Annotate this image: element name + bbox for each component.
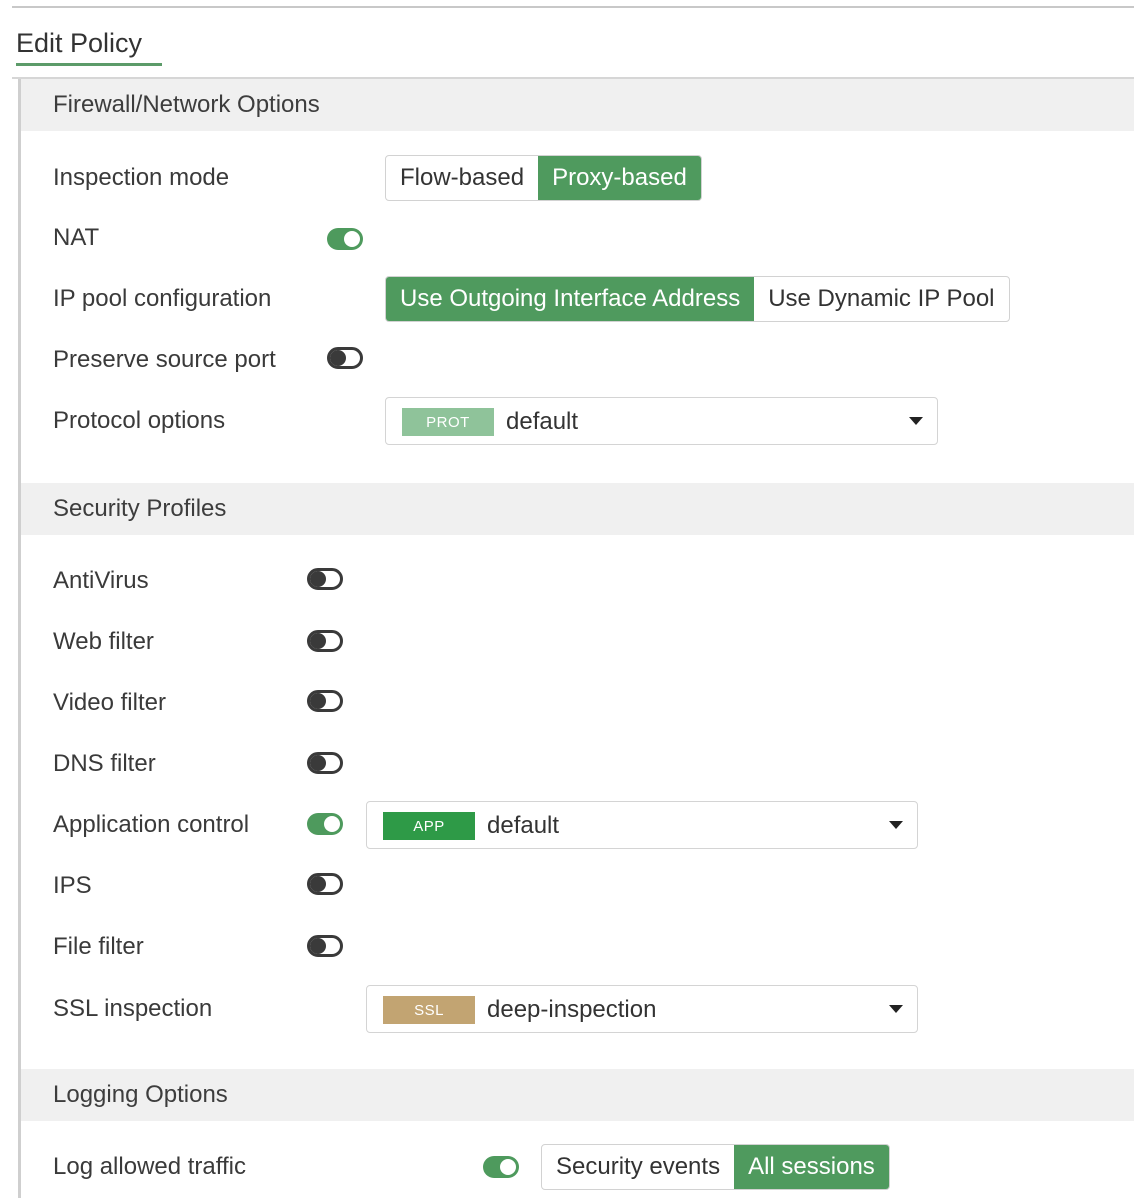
ip-pool-outgoing-interface[interactable]: Use Outgoing Interface Address (386, 277, 755, 321)
section-logging-options: Logging Options (21, 1069, 1134, 1121)
section-firewall-network-options: Firewall/Network Options (21, 79, 1134, 131)
left-border (18, 79, 21, 1198)
dns-filter-label: DNS filter (53, 750, 156, 777)
chevron-down-icon (889, 1005, 903, 1013)
ip-pool-label: IP pool configuration (53, 285, 272, 312)
log-security-events[interactable]: Security events (542, 1145, 734, 1189)
log-allowed-traffic-selector: Security events All sessions (541, 1144, 890, 1190)
log-allowed-traffic-toggle[interactable] (483, 1156, 519, 1178)
ssl-inspection-value: deep-inspection (487, 996, 657, 1023)
web-filter-label: Web filter (53, 628, 154, 655)
application-control-value: default (487, 812, 560, 839)
antivirus-label: AntiVirus (53, 567, 149, 594)
ips-label: IPS (53, 872, 92, 899)
title-underline (16, 63, 162, 66)
preserve-source-port-toggle[interactable] (327, 347, 363, 369)
web-filter-toggle[interactable] (307, 630, 343, 652)
ssl-inspection-select[interactable]: SSL deep-inspection (366, 985, 918, 1033)
ip-pool-selector: Use Outgoing Interface Address Use Dynam… (385, 276, 1010, 322)
inspection-mode-flow-based[interactable]: Flow-based (386, 156, 538, 200)
video-filter-label: Video filter (53, 689, 166, 716)
inspection-mode-selector: Flow-based Proxy-based (385, 155, 702, 201)
dns-filter-toggle[interactable] (307, 752, 343, 774)
ssl-inspection-label: SSL inspection (53, 995, 213, 1022)
header: Edit Policy (12, 8, 1134, 78)
inspection-mode-proxy-based[interactable]: Proxy-based (538, 156, 701, 200)
nat-label: NAT (53, 224, 100, 251)
ips-toggle[interactable] (307, 873, 343, 895)
antivirus-toggle[interactable] (307, 568, 343, 590)
chevron-down-icon (909, 417, 923, 425)
file-filter-label: File filter (53, 933, 144, 960)
file-filter-toggle[interactable] (307, 935, 343, 957)
application-control-toggle[interactable] (307, 813, 343, 835)
nat-toggle[interactable] (327, 228, 363, 250)
section-title: Logging Options (53, 1081, 228, 1108)
application-control-select[interactable]: APP default (366, 801, 918, 849)
chevron-down-icon (889, 821, 903, 829)
log-allowed-traffic-label: Log allowed traffic (53, 1153, 247, 1180)
application-control-label: Application control (53, 811, 250, 838)
section-title: Firewall/Network Options (53, 91, 320, 118)
section-title: Security Profiles (53, 495, 227, 522)
ssl-tag: SSL (383, 996, 475, 1024)
ip-pool-dynamic[interactable]: Use Dynamic IP Pool (754, 277, 1008, 321)
section-security-profiles: Security Profiles (21, 483, 1134, 535)
inspection-mode-label: Inspection mode (53, 164, 230, 191)
edit-policy-page: Edit Policy Firewall/Network Options Ins… (0, 0, 1134, 1198)
preserve-source-port-label: Preserve source port (53, 346, 276, 373)
log-all-sessions[interactable]: All sessions (734, 1145, 889, 1189)
prot-tag: PROT (402, 408, 494, 436)
protocol-options-label: Protocol options (53, 407, 226, 434)
protocol-options-value: default (506, 408, 579, 435)
page-title: Edit Policy (16, 28, 143, 58)
app-tag: APP (383, 812, 475, 840)
protocol-options-select[interactable]: PROT default (385, 397, 938, 445)
video-filter-toggle[interactable] (307, 690, 343, 712)
